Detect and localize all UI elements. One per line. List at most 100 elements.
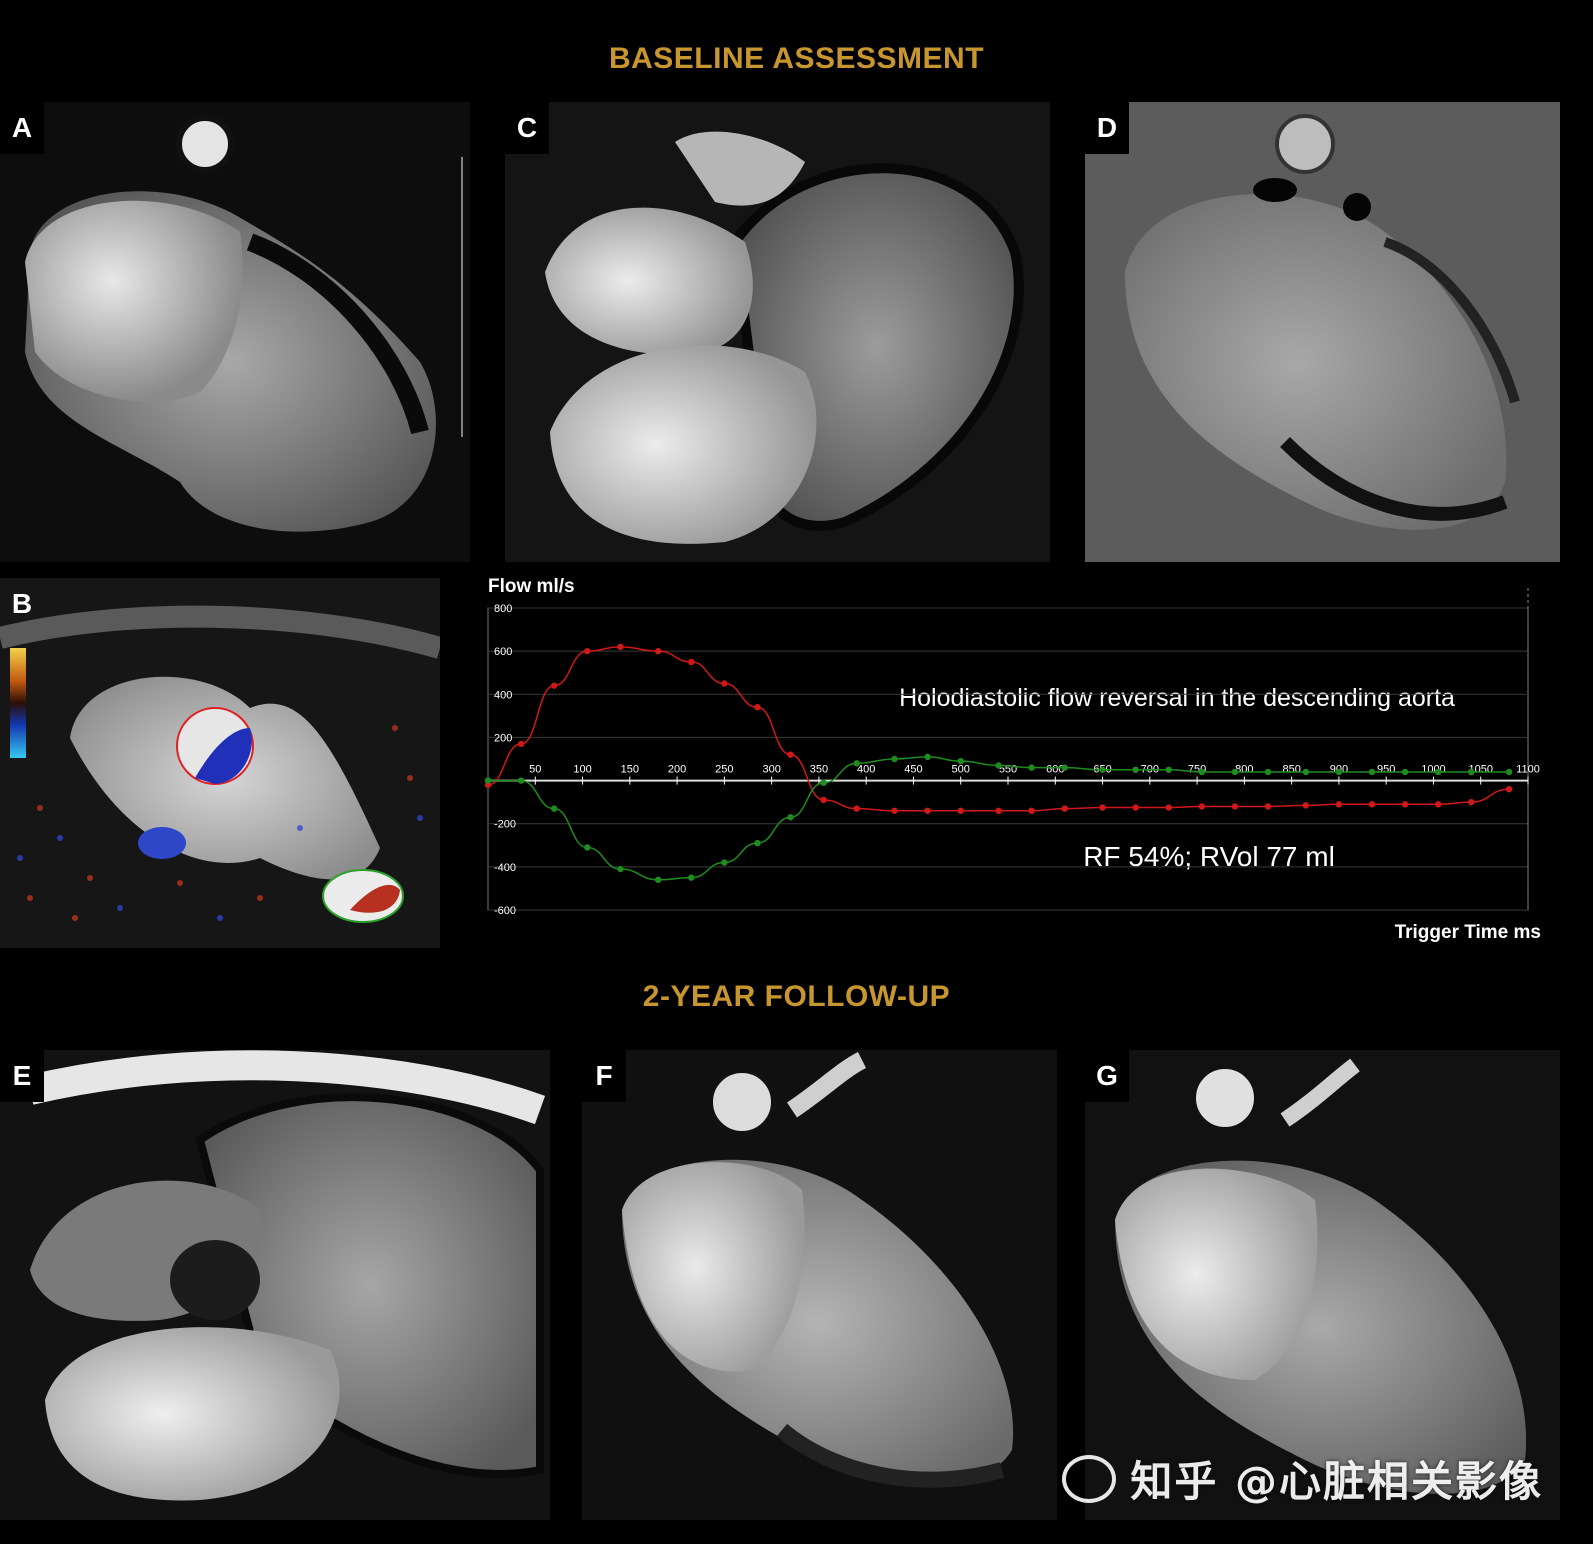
panel-d-image: D	[1085, 102, 1560, 562]
panel-label-a: A	[0, 102, 44, 154]
y-tick-label: -200	[494, 819, 516, 831]
series-point-0	[1434, 801, 1442, 808]
series-point-0	[550, 682, 558, 689]
series-point-0	[1401, 801, 1409, 808]
series-point-0	[1264, 803, 1272, 810]
panel-label-g: G	[1085, 1050, 1129, 1102]
series-point-0	[1198, 803, 1206, 810]
series-point-1	[957, 757, 964, 765]
x-tick-label: 450	[904, 764, 922, 776]
series-point-0	[517, 740, 525, 748]
series-point-0	[1302, 802, 1310, 809]
series-point-0	[721, 680, 728, 687]
panel-c-image: C	[505, 102, 1050, 562]
series-line-0	[487, 646, 1510, 812]
y-tick-label: 400	[494, 689, 512, 701]
y-tick-label: -600	[494, 905, 516, 917]
x-tick-label: 1000	[1421, 764, 1445, 776]
series-point-1	[1505, 768, 1513, 776]
x-tick-label: 800	[1235, 764, 1253, 776]
panel-e-image: E	[0, 1050, 550, 1520]
flow-chart: Flow ml/s Trigger Time ms Holodiastolic …	[484, 576, 1593, 958]
series-point-0	[584, 647, 591, 655]
chart-ylabel: Flow ml/s	[488, 578, 575, 597]
series-point-1	[787, 814, 794, 821]
panel-label-d: D	[1085, 102, 1129, 154]
series-point-0	[688, 658, 695, 666]
weibo-icon	[1062, 1454, 1117, 1503]
series-point-1	[484, 777, 492, 784]
x-tick-label: 50	[529, 764, 541, 776]
series-point-0	[995, 807, 1002, 814]
x-tick-label: 850	[1282, 764, 1300, 776]
x-tick-label: 200	[668, 764, 686, 776]
x-tick-label: 250	[715, 764, 733, 776]
chart-frame	[487, 607, 1529, 911]
panel-label-e: E	[0, 1050, 44, 1102]
panel-b-image: B	[0, 578, 440, 948]
series-point-1	[721, 859, 728, 866]
series-point-0	[1335, 801, 1343, 808]
series-point-0	[1231, 803, 1239, 810]
series-point-1	[1264, 768, 1272, 776]
followup-title: 2-YEAR FOLLOW-UP	[642, 980, 951, 1013]
series-point-0	[853, 805, 860, 812]
y-tick-label: -400	[494, 862, 516, 874]
series-point-1	[1061, 764, 1068, 771]
series-point-0	[654, 647, 662, 655]
series-point-1	[1198, 768, 1206, 776]
series-point-0	[1099, 804, 1106, 811]
x-tick-label: 300	[762, 764, 780, 776]
series-point-0	[1028, 807, 1035, 814]
panel-label-c: C	[505, 102, 549, 154]
series-point-1	[1368, 768, 1376, 776]
series-point-0	[820, 796, 827, 804]
series-point-1	[550, 805, 558, 812]
series-point-0	[1061, 805, 1068, 812]
series-point-1	[688, 874, 695, 881]
series-point-1	[1231, 768, 1239, 776]
series-point-1	[517, 777, 525, 784]
series-point-0	[1468, 798, 1475, 806]
x-tick-label: 950	[1377, 764, 1395, 776]
series-point-0	[1368, 801, 1376, 808]
watermark-text: 知乎 @心脏相关影像	[1130, 1457, 1543, 1506]
series-point-0	[1165, 804, 1172, 811]
x-tick-label: 1100	[1516, 764, 1540, 776]
series-point-1	[1099, 766, 1106, 773]
panel-label-b: B	[11, 588, 33, 619]
series-point-0	[924, 807, 931, 814]
chart-annotation-top: Holodiastolic flow reversal in the desce…	[899, 684, 1455, 712]
series-point-1	[617, 865, 624, 873]
series-point-1	[1468, 768, 1475, 776]
x-tick-label: 500	[952, 764, 970, 776]
series-point-1	[924, 753, 931, 761]
series-point-1	[654, 876, 662, 883]
series-point-0	[617, 643, 624, 651]
baseline-title: BASELINE ASSESSMENT	[608, 42, 985, 75]
series-point-1	[995, 762, 1002, 769]
y-tick-label: 200	[494, 732, 512, 744]
x-tick-label: 400	[857, 764, 875, 776]
y-tick-label: 800	[494, 603, 512, 615]
series-point-0	[787, 751, 794, 758]
series-point-0	[1505, 786, 1513, 793]
series-point-0	[891, 807, 898, 814]
series-point-1	[1028, 764, 1035, 771]
series-point-1	[1434, 768, 1442, 776]
panel-a-image: A	[0, 102, 470, 562]
series-point-1	[584, 844, 591, 851]
y-tick-label: 600	[494, 646, 512, 658]
watermark: 知乎 @心脏相关影像	[1062, 1448, 1543, 1509]
series-point-0	[1132, 804, 1139, 811]
series-point-1	[820, 779, 827, 786]
panel-label-f: F	[582, 1050, 626, 1102]
x-tick-label: 100	[573, 764, 591, 776]
chart-xlabel: Trigger Time ms	[1395, 922, 1541, 943]
series-point-0	[957, 807, 964, 814]
series-point-1	[1165, 766, 1172, 773]
x-tick-label: 350	[810, 764, 828, 776]
series-point-1	[1302, 768, 1310, 776]
x-tick-label: 150	[621, 764, 639, 776]
series-point-1	[1132, 766, 1139, 773]
